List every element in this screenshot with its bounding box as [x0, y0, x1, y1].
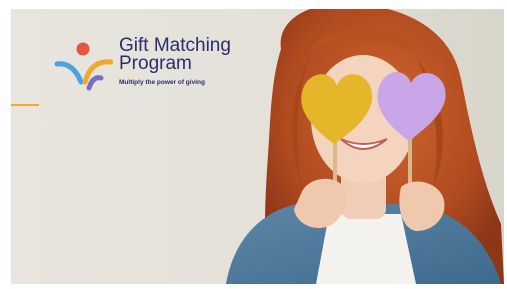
- logo-tagline: Multiply the power of giving: [119, 79, 205, 86]
- brand-logo: Gift Matching Program Multiply the power…: [51, 34, 281, 104]
- hero-banner: Gift Matching Program Multiply the power…: [11, 9, 504, 284]
- logo-mark-icon: [54, 42, 113, 91]
- logo-title-line2: Program: [119, 53, 192, 74]
